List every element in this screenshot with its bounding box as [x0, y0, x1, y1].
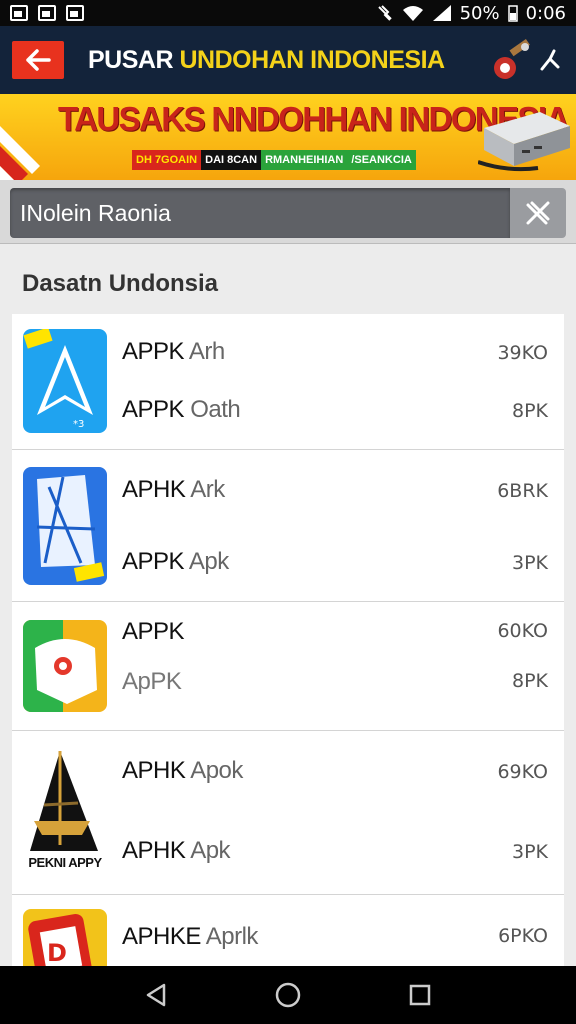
- nav-recents-button[interactable]: [400, 975, 440, 1015]
- clock: 0:06: [525, 2, 566, 24]
- battery-level: 50%: [459, 2, 500, 24]
- back-arrow-icon: [26, 49, 51, 71]
- list-item[interactable]: PEKNI APPY APHK Apok APHK Apk 69KO 3PK: [12, 731, 564, 895]
- wifi-icon: [402, 6, 423, 21]
- list-item[interactable]: APHK Ark APPK Apk 6BRK 3PK: [12, 450, 564, 602]
- folded-paper-icon: [23, 467, 107, 585]
- svg-text:D: D: [47, 939, 67, 966]
- pyramid-app-icon: PEKNI APPY: [20, 745, 110, 877]
- search-bar: INolein Raonia: [0, 180, 576, 244]
- banner-tag: RMANHEIHIAN: [261, 150, 348, 170]
- app-size: 6PKO: [498, 925, 548, 947]
- banner-tag: /SEANKCIA: [347, 150, 416, 170]
- section-title: Dasatn Undonsia: [22, 270, 219, 297]
- router-device-icon: [478, 112, 570, 172]
- app-title-start: PUSAR: [88, 45, 180, 74]
- app-bar: PUSAR UNDOHAN INDONESIA: [0, 26, 576, 94]
- list-item[interactable]: APPK ApPK 60KO 8PK: [12, 602, 564, 731]
- app-size: 3PK: [511, 552, 548, 574]
- promo-banner[interactable]: TAUSAKS NNDOHHAN INDONESIA DH 7GOAIN DAI…: [0, 94, 576, 180]
- image-notification-icon: [38, 5, 56, 21]
- gallery-notification-icon: [10, 5, 28, 21]
- banner-stripes-icon: [0, 126, 40, 180]
- banner-tag: DAI 8CAN: [201, 150, 262, 170]
- app-icon-label: PEKNI APPY: [28, 855, 102, 870]
- banner-tags: DH 7GOAIN DAI 8CAN RMANHEIHIAN /SEANKCIA: [132, 150, 416, 170]
- app-subtitle: ApPK: [122, 668, 182, 695]
- app-size: 8PK: [511, 670, 548, 692]
- svg-text:*3: *3: [73, 419, 84, 430]
- nav-home-button[interactable]: [268, 975, 308, 1015]
- nav-back-button[interactable]: [136, 975, 176, 1015]
- search-clear-button[interactable]: [510, 188, 566, 238]
- app-notification-icon: [66, 5, 84, 21]
- app-size: 39KO: [497, 342, 548, 364]
- signal-icon: [432, 5, 451, 21]
- chat-face-icon: [23, 620, 107, 712]
- battery-icon: [507, 5, 518, 22]
- search-input[interactable]: INolein Raonia: [10, 188, 510, 238]
- app-size: 6BRK: [497, 480, 548, 502]
- list-item[interactable]: *3 APPK Arh APPK Oath 39KO 8PK: [12, 314, 564, 450]
- recents-square-icon: [409, 984, 431, 1006]
- app-size: 60KO: [497, 620, 548, 642]
- notification-icons: [10, 5, 84, 21]
- app-list: *3 APPK Arh APPK Oath 39KO 8PK APHK Ark …: [12, 314, 564, 966]
- app-title-accent: UNDOHAN INDONESIA: [179, 45, 445, 74]
- app-size: 3PK: [511, 841, 548, 863]
- app-subtitle: APHK Apk: [122, 837, 231, 864]
- home-circle-icon: [275, 982, 301, 1008]
- app-size: 8PK: [511, 400, 548, 422]
- clear-icon: [526, 201, 550, 225]
- tools-icon[interactable]: [492, 38, 532, 82]
- app-name: APPK Arh: [122, 338, 225, 365]
- app-size: 69KO: [497, 761, 548, 783]
- app-name: APHK Apok: [122, 757, 243, 784]
- app-subtitle: APPK Oath: [122, 396, 241, 423]
- back-triangle-icon: [146, 983, 166, 1007]
- app-title: PUSAR UNDOHAN INDONESIA: [88, 46, 445, 75]
- app-name: APPK: [122, 618, 185, 645]
- red-card-icon: D: [23, 909, 107, 966]
- banner-tag: DH 7GOAIN: [132, 150, 202, 170]
- list-item[interactable]: D APHKE Aprlk 6PKO: [12, 895, 564, 966]
- vibrate-icon: [377, 5, 392, 21]
- app-name: APHKE Aprlk: [122, 923, 258, 950]
- back-button[interactable]: [12, 41, 64, 79]
- settings-icon[interactable]: [538, 47, 562, 73]
- app-subtitle: APPK Apk: [122, 548, 229, 575]
- navigation-arrow-icon: *3: [23, 329, 107, 433]
- navigation-bar: [0, 966, 576, 1024]
- status-bar: 50% 0:06: [0, 0, 576, 26]
- app-name: APHK Ark: [122, 476, 225, 503]
